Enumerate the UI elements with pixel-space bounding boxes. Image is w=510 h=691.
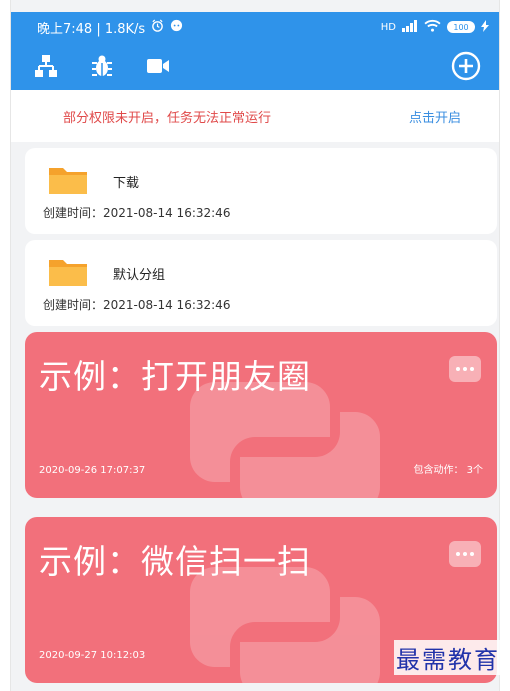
more-dots-icon — [456, 367, 460, 371]
network-button[interactable] — [29, 49, 63, 83]
more-options-button[interactable] — [449, 541, 481, 567]
battery-indicator: 100 — [447, 21, 475, 33]
add-button[interactable] — [449, 49, 483, 83]
permission-notice: 部分权限未开启，任务无法正常运行 点击开启 — [11, 90, 499, 142]
add-circle-icon — [451, 51, 481, 81]
task-title: 示例：打开朋友圈 — [39, 357, 311, 396]
charging-bolt-icon — [481, 19, 489, 35]
status-left: 晚上7:48 | 1.8K/s — [37, 18, 183, 37]
record-video-button[interactable] — [141, 49, 175, 83]
enable-permission-link[interactable]: 点击开启 — [409, 107, 461, 126]
permission-warning-text: 部分权限未开启，任务无法正常运行 — [63, 110, 272, 126]
app-frame: 晚上7:48 | 1.8K/s HD 100 部分权限未开启，任务无法正常运行 … — [10, 0, 500, 691]
group-card-default[interactable]: 默认分组 创建时间：2021-08-14 16:32:46 — [25, 240, 497, 326]
status-right: HD 100 — [381, 19, 489, 35]
more-dots-icon — [456, 552, 460, 556]
bug-icon — [92, 55, 112, 76]
status-bar: 晚上7:48 | 1.8K/s HD 100 — [11, 12, 499, 42]
watermark-text: 最需教育 — [394, 640, 502, 675]
group-created-time: 创建时间：2021-08-14 16:32:46 — [43, 206, 231, 220]
task-date: 2020-09-27 10:12:03 — [39, 650, 146, 661]
debug-button[interactable] — [85, 49, 119, 83]
group-name: 下载 — [113, 176, 140, 191]
top-toolbar — [11, 42, 499, 90]
more-options-button[interactable] — [449, 356, 481, 382]
task-card[interactable]: 示例：打开朋友圈 2020-09-26 17:07:37 包含动作： 3个 — [25, 332, 497, 498]
video-camera-icon — [147, 59, 169, 73]
group-created-time: 创建时间：2021-08-14 16:32:46 — [43, 298, 231, 312]
alarm-icon — [151, 19, 164, 36]
folder-icon — [49, 168, 87, 194]
folder-icon — [49, 260, 87, 286]
network-type-label: HD — [380, 21, 396, 33]
task-title: 示例：微信扫一扫 — [39, 542, 311, 581]
task-date: 2020-09-26 17:07:37 — [39, 465, 146, 476]
status-time-speed: 晚上7:48 | 1.8K/s — [37, 21, 146, 37]
group-card-download[interactable]: 下载 创建时间：2021-08-14 16:32:46 — [25, 148, 497, 234]
signal-icon — [402, 19, 418, 35]
wifi-icon — [424, 19, 441, 35]
task-action-count: 包含动作： 3个 — [413, 465, 483, 476]
network-icon — [35, 55, 57, 77]
group-name: 默认分组 — [113, 268, 166, 283]
chat-bubble-icon — [170, 19, 183, 36]
